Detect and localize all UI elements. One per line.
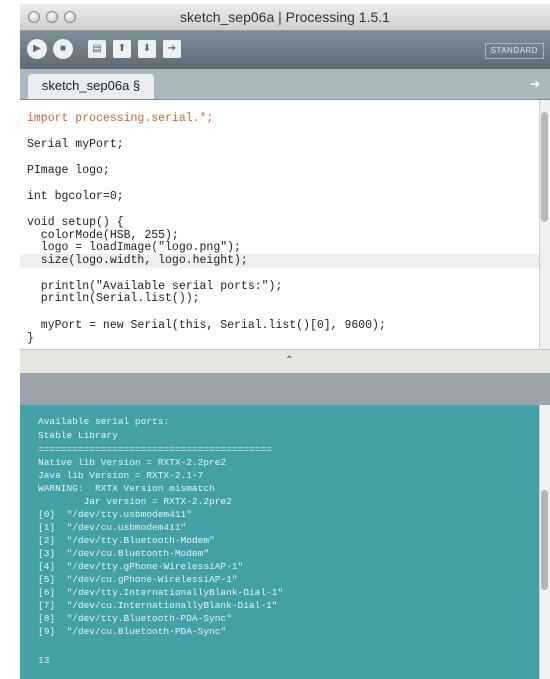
code-line: logo = loadImage("logo.png");: [27, 241, 241, 254]
mode-selector[interactable]: STANDARD: [484, 43, 544, 59]
new-button[interactable]: ▤: [88, 40, 106, 58]
code-line: void setup() {: [27, 216, 124, 229]
run-button[interactable]: ▶: [27, 39, 47, 59]
console-line: [6] "/dev/tty.InternationallyBlank-Dial-…: [38, 587, 284, 598]
open-button[interactable]: ⬆: [113, 40, 131, 58]
code-line: import processing.serial.*;: [27, 112, 214, 125]
console-line: [7] "/dev/cu.InternationallyBlank-Dial-1…: [38, 600, 278, 611]
console-line: [2] "/dev/tty.Bluetooth-Modem": [38, 535, 215, 546]
window-title: sketch_sep06a | Processing 1.5.1: [180, 9, 390, 25]
processing-window: sketch_sep06a | Processing 1.5.1 ▶ ■ ▤ ⬆…: [20, 4, 550, 679]
editor-console-divider[interactable]: ⌃: [20, 349, 550, 374]
export-button[interactable]: ➔: [163, 40, 181, 58]
code-line: size(logo.width, logo.height);: [27, 254, 248, 267]
stop-icon: ■: [59, 43, 67, 54]
code-line: println(Serial.list());: [27, 292, 200, 305]
code-line: PImage logo;: [27, 164, 110, 177]
tab-bar: sketch_sep06a § ➔: [20, 69, 550, 100]
toolbar: ▶ ■ ▤ ⬆ ⬇ ➔ STANDARD: [20, 31, 550, 69]
tab-sketch[interactable]: sketch_sep06a §: [28, 74, 154, 99]
chevron-up-icon: ⌃: [285, 355, 294, 366]
console-line: Native lib Version = RXTX-2.2pre2: [38, 457, 227, 468]
code-line: }: [27, 332, 34, 345]
code-editor[interactable]: import processing.serial.*; Serial myPor…: [20, 100, 540, 349]
console-line: [5] "/dev/cu.gPhone-WirelessiAP-1": [38, 574, 238, 585]
console-output: Available serial ports: Stable Library =…: [20, 405, 540, 679]
console-line: [3] "/dev/cu.Bluetooth-Modem": [38, 548, 210, 559]
export-arrow-icon: ➔: [167, 43, 177, 54]
play-icon: ▶: [33, 43, 41, 54]
console-line: [9] "/dev/cu.Bluetooth-PDA-Sync": [38, 626, 227, 637]
console-line: [1] "/dev/cu.usbmodem411": [38, 522, 187, 533]
code-line: myPort = new Serial(this, Serial.list()[…: [27, 319, 386, 332]
message-area: [20, 373, 550, 405]
editor-scrollbar[interactable]: [539, 100, 550, 349]
save-button[interactable]: ⬇: [138, 40, 156, 58]
console-line: Java lib Version = RXTX-2.1-7: [38, 470, 204, 481]
console-line: Stable Library: [38, 430, 118, 441]
code-line: int bgcolor=0;: [27, 190, 124, 203]
console-line: [4] "/dev/tty.gPhone-WirelessiAP-1": [38, 561, 244, 572]
console-line: Jar version = RXTX-2.2pre2: [38, 496, 232, 507]
console-line: 13: [38, 655, 50, 666]
code-line: Serial myPort;: [27, 138, 124, 151]
title-bar: sketch_sep06a | Processing 1.5.1: [20, 4, 550, 31]
new-document-icon: ▤: [92, 43, 102, 54]
console-line: ========================================…: [38, 444, 272, 455]
arrow-right-icon[interactable]: ➔: [530, 77, 540, 91]
console-line: [0] "/dev/tty.usbmodem411": [38, 509, 192, 520]
arrow-up-icon: ⬆: [117, 43, 127, 54]
arrow-down-icon: ⬇: [142, 43, 152, 54]
console-scroll-thumb[interactable]: [541, 490, 548, 590]
console-scrollbar[interactable]: [539, 405, 550, 679]
console-line: [8] "/dev/tty.Bluetooth-PDA-Sync": [38, 613, 232, 624]
console-line: WARNING: RXTX Version mismatch: [38, 483, 215, 494]
console-line: Available serial ports:: [38, 416, 170, 427]
stop-button[interactable]: ■: [53, 39, 73, 59]
editor-scroll-thumb[interactable]: [541, 112, 548, 222]
